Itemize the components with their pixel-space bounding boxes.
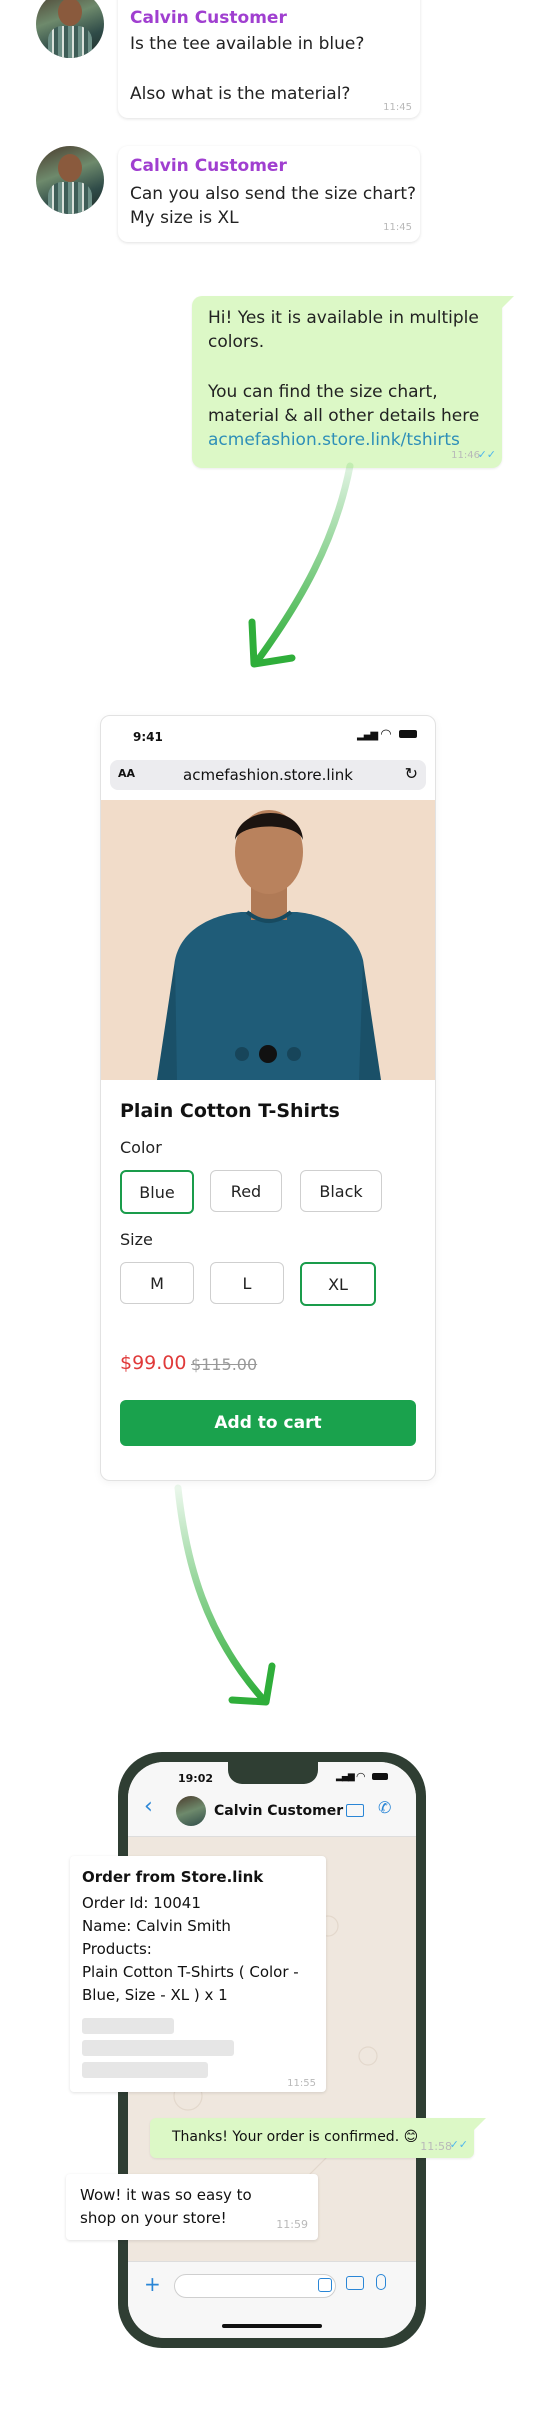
- order-details: Order Id: 10041 Name: Calvin Smith Produ…: [82, 1892, 299, 2007]
- store-browser-mockup: 9:41 ▂▄▆ ◠ AA acmefashion.store.link ↻ P…: [100, 715, 436, 1481]
- order-line: Blue, Size - XL ) x 1: [82, 1986, 228, 2004]
- double-check-icon: ✓✓: [449, 2138, 468, 2151]
- message-time: 11:45: [383, 222, 412, 233]
- message-time: 11:46: [451, 450, 480, 461]
- home-indicator: [222, 2324, 322, 2328]
- product-photo-illustration: [101, 800, 435, 1080]
- store-link[interactable]: acmefashion.store.link/tshirts: [208, 428, 460, 452]
- customer-avatar[interactable]: [36, 146, 104, 214]
- size-option-xl[interactable]: XL: [300, 1262, 376, 1306]
- sender-name: Calvin Customer: [130, 156, 287, 176]
- back-chevron-icon[interactable]: ‹: [144, 1794, 153, 1819]
- order-line: Name: Calvin Smith: [82, 1917, 231, 1935]
- color-label: Color: [120, 1138, 162, 1157]
- contact-avatar[interactable]: [176, 1796, 206, 1826]
- signal-icon: ▂▄▆: [357, 730, 378, 741]
- old-price: $115.00: [191, 1355, 258, 1374]
- message-input[interactable]: [174, 2274, 336, 2298]
- skeleton-line: [82, 2018, 174, 2034]
- confirm-message-bubble: Thanks! Your order is confirmed. 😊 11:58…: [150, 2118, 486, 2158]
- battery-icon: [372, 1773, 388, 1780]
- size-label: Size: [120, 1230, 153, 1249]
- customer-text: Wow! it was so easy to shop on your stor…: [80, 2184, 252, 2230]
- arrow-down-icon: [174, 1484, 276, 1706]
- skeleton-line: [82, 2062, 208, 2078]
- arrow-down-icon: [248, 462, 354, 668]
- carousel-dot-active[interactable]: [259, 1045, 277, 1063]
- signal-icon: ▂▄▆: [336, 1772, 355, 1782]
- contact-name[interactable]: Calvin Customer: [214, 1803, 343, 1819]
- carousel-dot[interactable]: [235, 1047, 249, 1061]
- chat-header: 19:02 ▂▄▆ ◠ ‹ Calvin Customer ✆: [128, 1762, 416, 1837]
- customer-message-bubble: Wow! it was so easy to shop on your stor…: [66, 2174, 318, 2240]
- message-line: Also what is the material?: [130, 84, 351, 104]
- product-title: Plain Cotton T-Shirts: [120, 1100, 340, 1122]
- url-text: acmefashion.store.link: [183, 766, 353, 784]
- camera-icon[interactable]: [346, 2276, 364, 2290]
- message-time: 11:45: [383, 102, 412, 113]
- message-line: Wow! it was so easy to: [80, 2186, 252, 2204]
- message-line: material & all other details here: [208, 406, 480, 426]
- phone-notch: [228, 1762, 318, 1784]
- status-time: 9:41: [133, 730, 163, 744]
- message-line: Hi! Yes it is available in multiple: [208, 308, 479, 328]
- product-image[interactable]: [101, 800, 435, 1080]
- battery-icon: [399, 730, 417, 738]
- add-to-cart-button[interactable]: Add to cart: [120, 1400, 416, 1446]
- sender-name: Calvin Customer: [130, 8, 287, 28]
- message-line: You can find the size chart,: [208, 382, 438, 402]
- order-title: Order from Store.link: [82, 1868, 264, 1886]
- color-option-blue[interactable]: Blue: [120, 1170, 194, 1214]
- message-time: 11:58: [420, 2140, 452, 2153]
- order-line: Plain Cotton T-Shirts ( Color -: [82, 1963, 299, 1981]
- order-message-bubble: Order from Store.link Order Id: 10041 Na…: [70, 1856, 326, 2092]
- reload-icon[interactable]: ↻: [405, 764, 418, 783]
- microphone-icon[interactable]: [376, 2274, 386, 2290]
- message-line: colors.: [208, 332, 265, 352]
- order-line: Products:: [82, 1940, 152, 1958]
- double-check-icon: ✓✓: [477, 448, 496, 461]
- color-option-black[interactable]: Black: [300, 1170, 382, 1212]
- size-option-m[interactable]: M: [120, 1262, 194, 1304]
- skeleton-line: [82, 2040, 234, 2056]
- status-bar: 9:41 ▂▄▆ ◠: [101, 716, 435, 756]
- message-line: Is the tee available in blue?: [130, 34, 365, 54]
- status-time: 19:02: [178, 1772, 214, 1785]
- color-option-red[interactable]: Red: [210, 1170, 282, 1212]
- message-line: Can you also send the size chart?: [130, 184, 417, 204]
- video-call-icon[interactable]: [346, 1804, 364, 1817]
- customer-avatar[interactable]: [36, 0, 104, 58]
- price: $99.00: [120, 1352, 187, 1374]
- wifi-icon: ◠: [356, 1770, 366, 1783]
- size-option-l[interactable]: L: [210, 1262, 284, 1304]
- chat-bubble-incoming-2: Calvin Customer Can you also send the si…: [118, 146, 420, 242]
- wifi-icon: ◠: [381, 727, 391, 742]
- plus-icon[interactable]: +: [144, 2272, 161, 2296]
- chat-input-bar: +: [128, 2261, 416, 2338]
- sticker-icon[interactable]: [318, 2278, 332, 2292]
- chat-bubble-outgoing-reply: Hi! Yes it is available in multiple colo…: [192, 296, 514, 468]
- url-bar[interactable]: AA acmefashion.store.link ↻: [110, 760, 426, 790]
- order-line: Order Id: 10041: [82, 1894, 201, 1912]
- message-line: My size is XL: [130, 208, 239, 228]
- message-time: 11:59: [276, 2218, 308, 2231]
- chat-bubble-incoming-1: Calvin Customer Is the tee available in …: [118, 0, 420, 118]
- phone-call-icon[interactable]: ✆: [378, 1798, 391, 1817]
- confirm-text: Thanks! Your order is confirmed. 😊: [172, 2129, 419, 2145]
- carousel-dots[interactable]: [235, 1044, 301, 1063]
- message-line: shop on your store!: [80, 2209, 227, 2227]
- message-time: 11:55: [287, 2078, 316, 2089]
- carousel-dot[interactable]: [287, 1047, 301, 1061]
